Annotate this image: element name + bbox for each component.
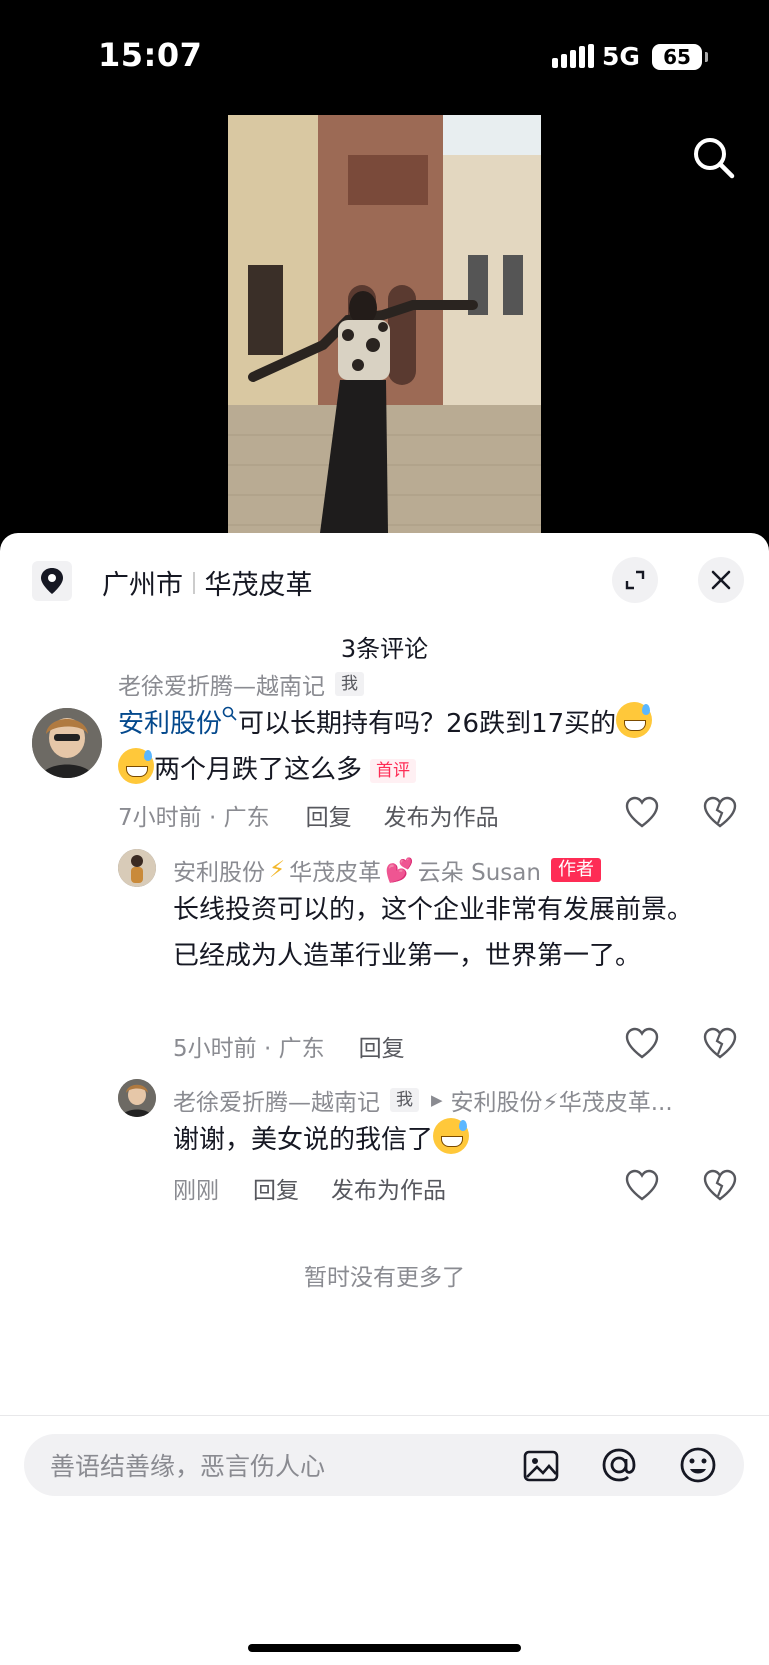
expand-icon bbox=[625, 570, 645, 590]
clock: 15:07 bbox=[98, 36, 203, 74]
like-icon[interactable] bbox=[624, 795, 660, 831]
reply-to-username[interactable]: 安利股份⚡华茂皮革... bbox=[451, 1083, 673, 1117]
expand-button[interactable] bbox=[612, 557, 658, 603]
dislike-icon[interactable] bbox=[702, 795, 738, 831]
comment-input-bar bbox=[24, 1434, 744, 1498]
location-pin-icon bbox=[32, 561, 72, 601]
comment-text: 安利股份 可以长期持有吗？26跌到17买的 两个月跌了这么多 首评 bbox=[118, 701, 718, 793]
mention-icon[interactable] bbox=[599, 1445, 639, 1485]
first-comment-badge: 首评 bbox=[370, 758, 417, 783]
hearts-icon: 💕 bbox=[385, 857, 414, 884]
publish-as-work-button[interactable]: 发布为作品 bbox=[384, 798, 499, 832]
comment-meta: 7小时前 · 广东 回复 发布为作品 bbox=[118, 798, 499, 832]
dislike-icon[interactable] bbox=[702, 1168, 738, 1204]
avatar[interactable] bbox=[118, 1079, 156, 1117]
me-badge: 我 bbox=[335, 672, 364, 696]
reply-time: 刚刚 bbox=[173, 1178, 219, 1204]
search-small-icon bbox=[222, 706, 237, 721]
comment-body-line2: 两个月跌了这么多 bbox=[154, 755, 363, 785]
close-icon bbox=[711, 570, 731, 590]
location-place: 华茂皮革 bbox=[204, 570, 313, 601]
reply-arrow-icon: ▶ bbox=[431, 1091, 443, 1109]
username-part: 云朵 Susan bbox=[417, 860, 541, 886]
reply-time: 5小时前 · 广东 bbox=[173, 1036, 325, 1062]
reply-text: 谢谢，美女说的我信了 bbox=[173, 1117, 693, 1163]
close-button[interactable] bbox=[698, 557, 744, 603]
grimace-sweat-emoji bbox=[433, 1118, 470, 1154]
no-more-comments: 暂时没有更多了 bbox=[304, 1265, 465, 1291]
home-indicator bbox=[248, 1644, 521, 1652]
reply-button[interactable]: 回复 bbox=[253, 1171, 299, 1205]
location-header[interactable]: 广州市 华茂皮革 bbox=[102, 563, 313, 602]
comment-username[interactable]: 老徐爱折腾—越南记 我 bbox=[118, 667, 364, 701]
username-text: 老徐爱折腾—越南记 bbox=[173, 1090, 380, 1116]
reply-body: 谢谢，美女说的我信了 bbox=[173, 1125, 434, 1155]
image-icon[interactable] bbox=[522, 1447, 560, 1485]
reply-meta: 刚刚 回复 发布为作品 bbox=[173, 1171, 446, 1205]
grimace-sweat-emoji bbox=[616, 702, 653, 738]
lightning-icon: ⚡ bbox=[269, 857, 286, 883]
reply-username[interactable]: 老徐爱折腾—越南记 我 ▶ 安利股份⚡华茂皮革... bbox=[173, 1083, 673, 1117]
avatar[interactable] bbox=[118, 849, 156, 887]
location-divider bbox=[193, 571, 195, 594]
username-part: 华茂皮革 bbox=[289, 860, 382, 886]
me-badge: 我 bbox=[390, 1088, 419, 1112]
username-text: 老徐爱折腾—越南记 bbox=[118, 674, 325, 700]
author-badge: 作者 bbox=[550, 858, 601, 882]
grimace-sweat-emoji bbox=[118, 748, 154, 784]
reply-button[interactable]: 回复 bbox=[306, 798, 352, 832]
like-icon[interactable] bbox=[624, 1168, 660, 1204]
signal-icon bbox=[552, 44, 594, 68]
search-icon[interactable] bbox=[690, 134, 738, 182]
battery-level: 65 bbox=[663, 45, 691, 69]
username-part: 安利股份 bbox=[173, 860, 265, 886]
comment-body: 可以长期持有吗？26跌到17买的 bbox=[238, 709, 617, 739]
status-bar: 15:07 5G 65 bbox=[0, 0, 769, 110]
comment-time: 7小时前 · 广东 bbox=[118, 805, 270, 831]
like-icon[interactable] bbox=[624, 1026, 660, 1062]
reply-meta: 5小时前 · 广东 回复 bbox=[173, 1029, 405, 1063]
video-preview[interactable] bbox=[228, 115, 541, 533]
comments-count: 3条评论 bbox=[340, 635, 429, 663]
avatar[interactable] bbox=[32, 708, 102, 778]
reply-username[interactable]: 安利股份 ⚡ 华茂皮革 💕 云朵 Susan 作者 bbox=[173, 853, 601, 887]
reply-button[interactable]: 回复 bbox=[359, 1029, 405, 1063]
reply-text: 长线投资可以的，这个企业非常有发展前景。已经成为人造革行业第一，世界第一了。 bbox=[173, 895, 694, 971]
publish-as-work-button[interactable]: 发布为作品 bbox=[331, 1171, 446, 1205]
battery-icon: 65 bbox=[652, 44, 708, 70]
stock-link[interactable]: 安利股份 bbox=[118, 709, 222, 739]
location-city: 广州市 bbox=[102, 570, 183, 601]
street-photo bbox=[228, 115, 541, 533]
comment-input[interactable] bbox=[48, 1434, 512, 1498]
divider bbox=[0, 1415, 769, 1416]
emoji-icon[interactable] bbox=[678, 1445, 718, 1485]
network-type: 5G bbox=[602, 42, 640, 71]
dislike-icon[interactable] bbox=[702, 1026, 738, 1062]
